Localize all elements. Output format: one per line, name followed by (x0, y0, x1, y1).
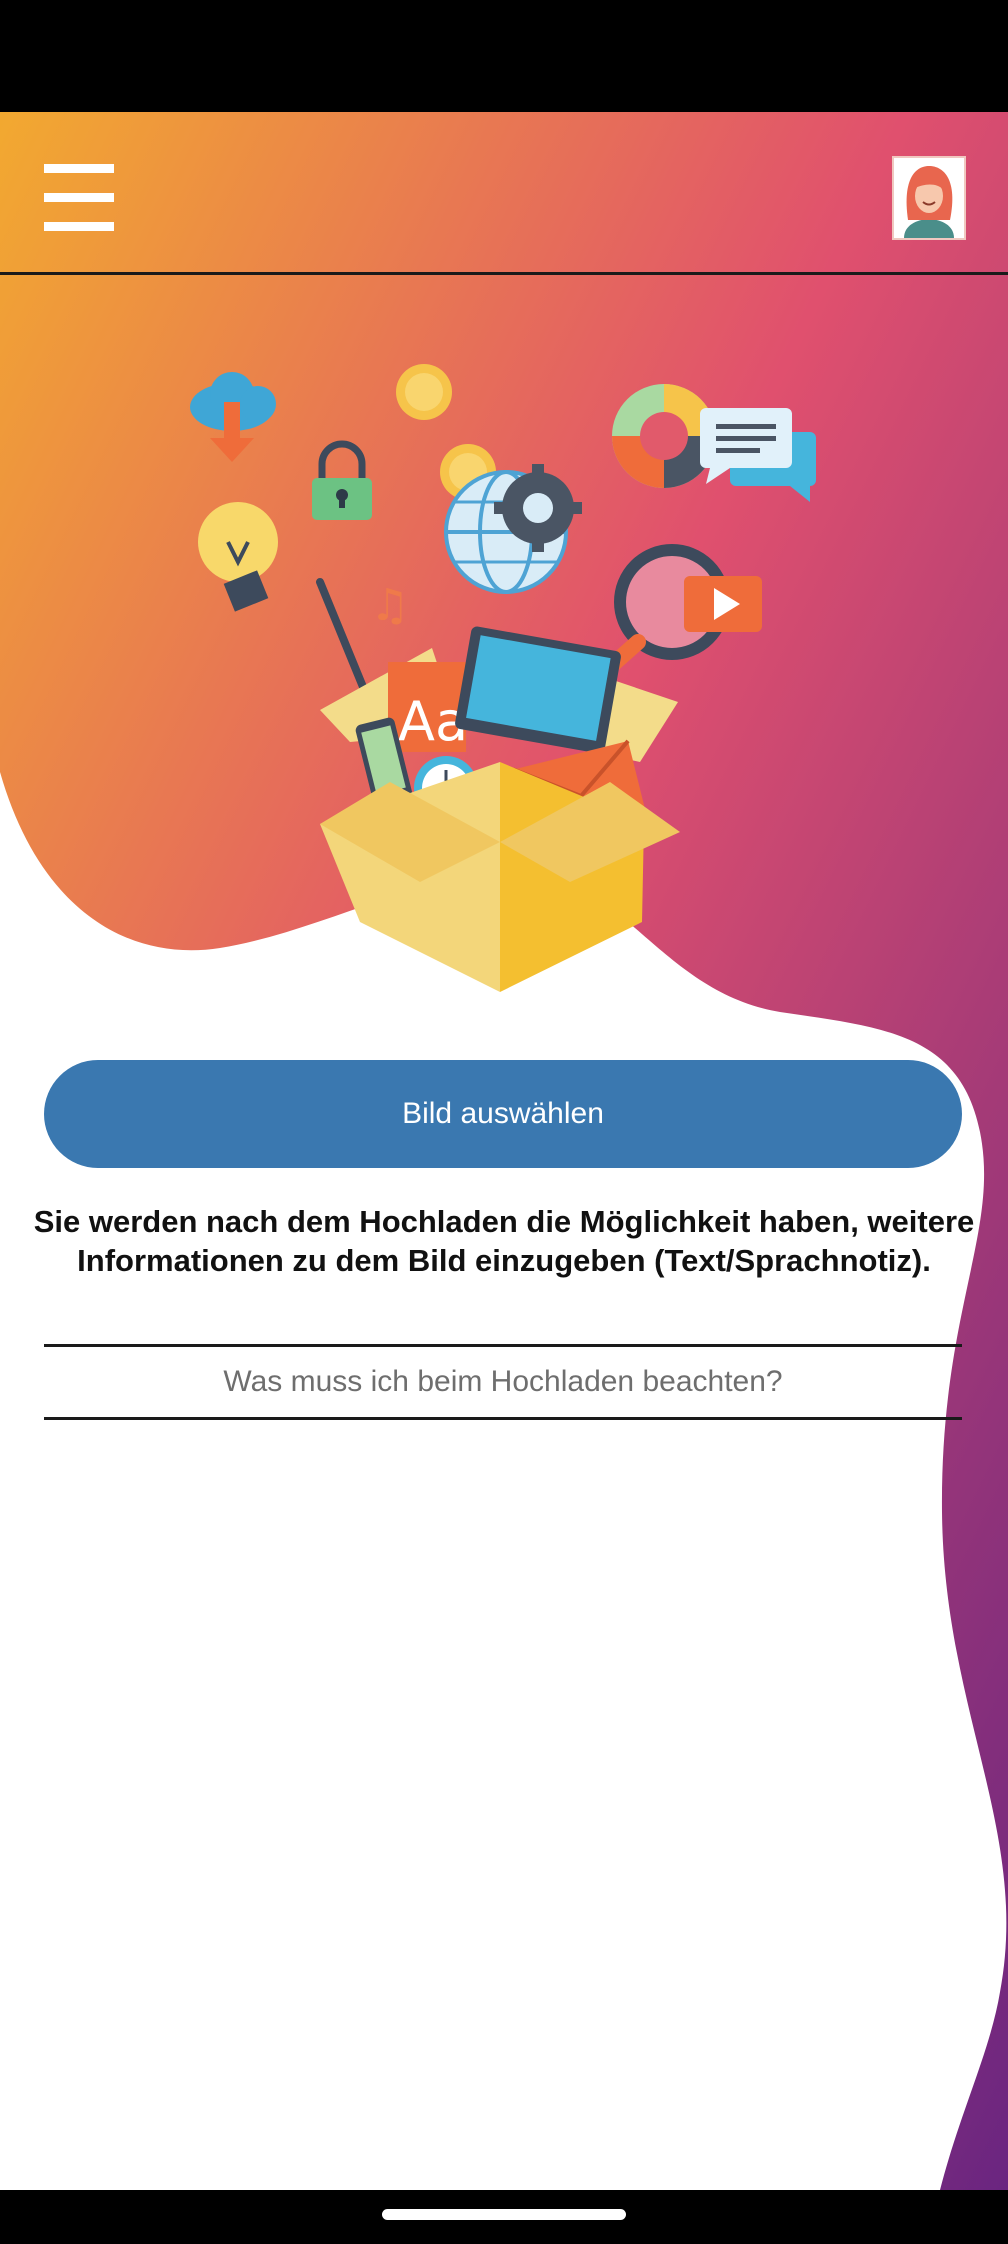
chat-bubble-icon (700, 408, 816, 502)
hamburger-menu-icon[interactable] (44, 162, 114, 232)
app-screen: ♫ Aa Bild auswählen Sie werden nach dem … (0, 112, 1008, 2190)
home-indicator[interactable] (382, 2209, 626, 2220)
lightbulb-icon (198, 502, 278, 612)
upload-box-illustration: ♫ Aa (190, 364, 816, 992)
status-bar (0, 0, 1008, 112)
svg-text:♫: ♫ (370, 580, 409, 631)
padlock-icon (312, 440, 372, 520)
cloud-download-icon (190, 372, 276, 462)
upload-info-text: Sie werden nach dem Hochladen die Möglic… (33, 1204, 975, 1278)
select-image-button[interactable]: Bild auswählen (44, 1060, 962, 1168)
user-avatar-icon[interactable] (892, 156, 966, 240)
divider-bottom (44, 1417, 962, 1420)
upload-help-link[interactable]: Was muss ich beim Hochladen beachten? (44, 1347, 962, 1417)
app-bar (0, 112, 1008, 275)
